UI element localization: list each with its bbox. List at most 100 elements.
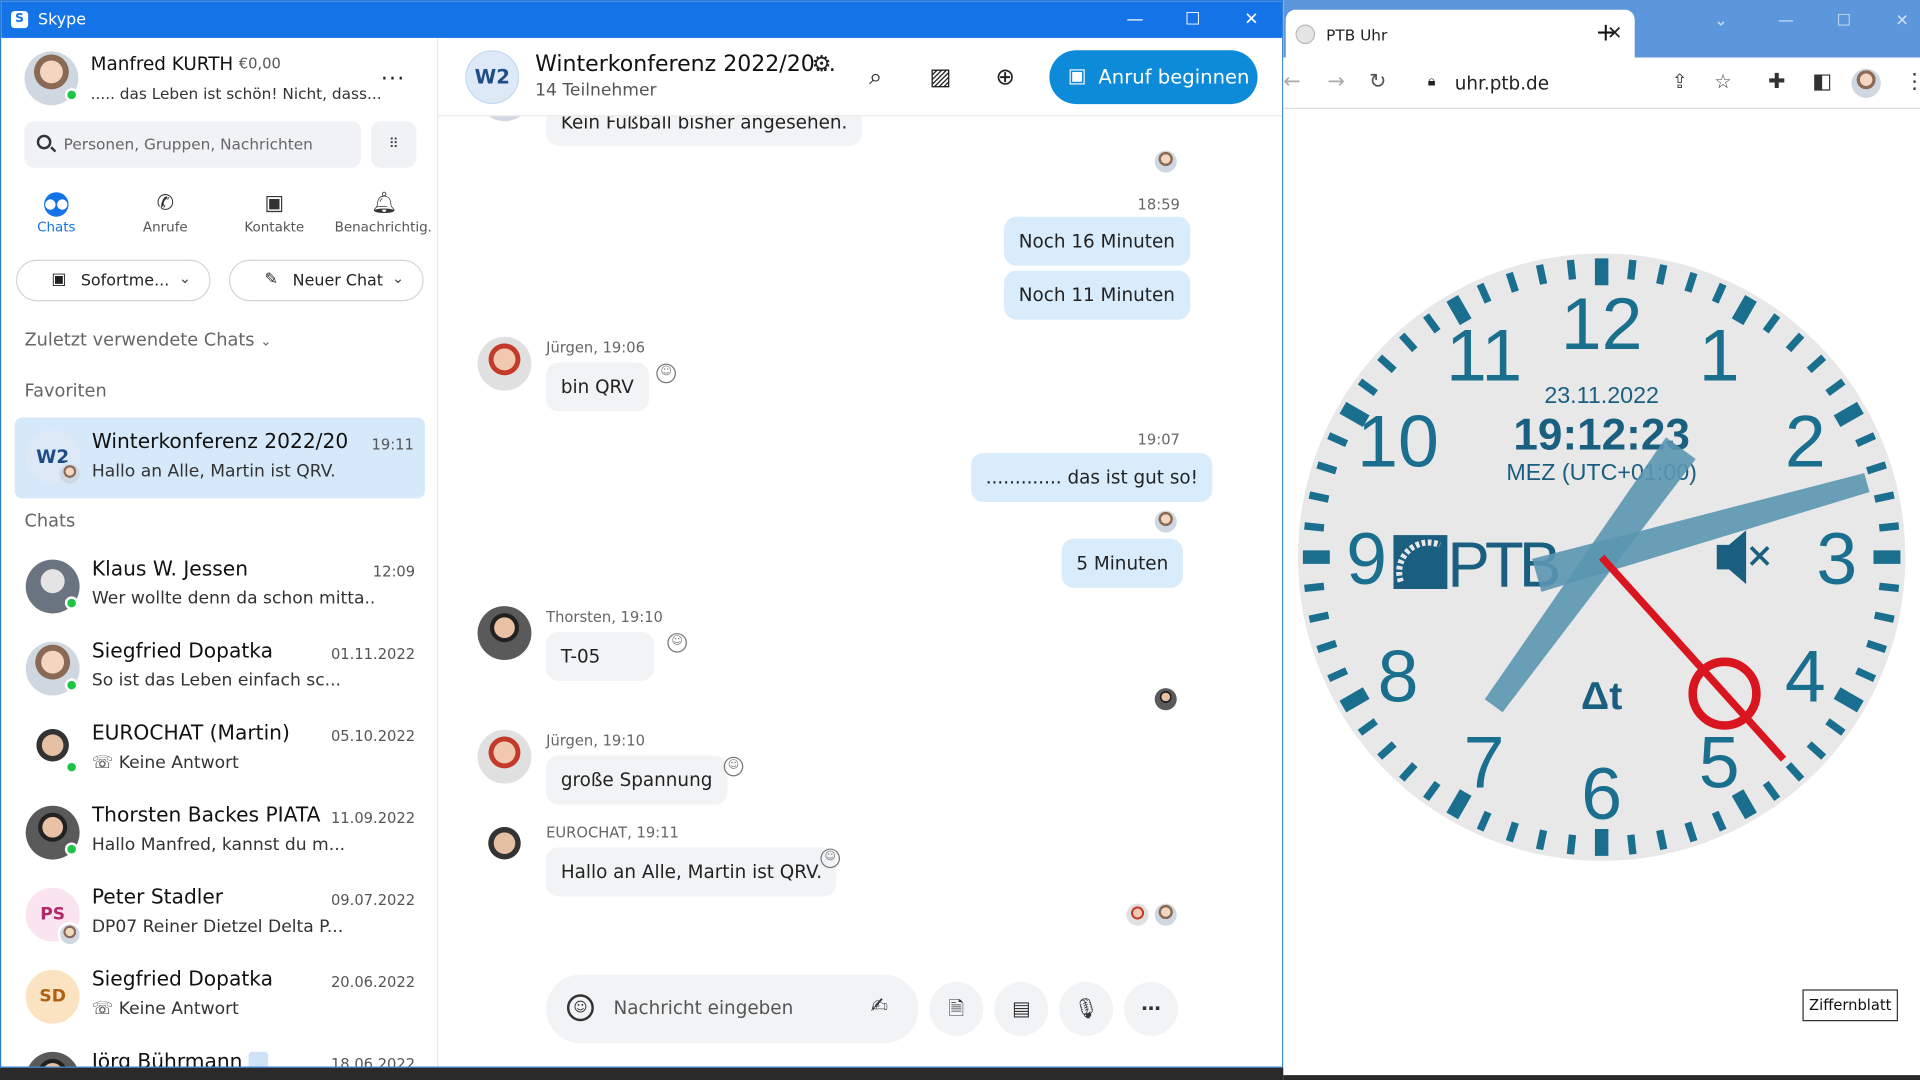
start-call-button[interactable]: ▣ Anruf beginnen bbox=[1049, 50, 1258, 105]
clock-numeral: 1 bbox=[1699, 313, 1740, 396]
chat-item[interactable]: Siegfried Dopatka 01.11.2022 So ist das … bbox=[1, 627, 438, 708]
clock-numeral: 2 bbox=[1785, 400, 1826, 483]
tab-contacts[interactable]: ▣ Kontakte bbox=[219, 190, 329, 245]
send-file-icon[interactable]: 🗎 bbox=[929, 982, 984, 1036]
gear-icon[interactable]: ⚙ bbox=[804, 48, 838, 82]
close-button[interactable]: ✕ bbox=[1227, 6, 1276, 33]
minute-tick bbox=[1566, 834, 1577, 855]
chat-item[interactable]: EUROCHAT (Martin) 05.10.2022 ☏ Keine Ant… bbox=[1, 709, 438, 790]
message-bubble[interactable]: ............. das ist gut so! bbox=[971, 453, 1213, 503]
sender-avatar bbox=[477, 606, 532, 661]
button-label: Sofortme... bbox=[80, 271, 170, 291]
skype-window: S Skype — ☐ ✕ Manfred KURTH €0,00 ..... … bbox=[0, 0, 1284, 1068]
chat-item[interactable]: Thorsten Backes PIATA 11.09.2022 Hallo M… bbox=[1, 791, 438, 872]
share-icon[interactable]: ⇪ bbox=[1671, 70, 1687, 93]
minute-tick bbox=[1304, 522, 1325, 532]
add-reaction-icon[interactable]: ☺ bbox=[667, 633, 687, 653]
tab-chats[interactable]: ●● Chats bbox=[1, 190, 111, 245]
minimize-button[interactable]: — bbox=[1778, 12, 1794, 30]
close-button[interactable]: ✕ bbox=[1896, 12, 1909, 30]
sender-avatar bbox=[477, 729, 532, 784]
tab-label: Benachrichtig. bbox=[334, 219, 432, 236]
search-icon[interactable]: ⌕ bbox=[858, 60, 892, 94]
bot-badge bbox=[248, 1051, 269, 1067]
gallery-icon[interactable]: ▨ bbox=[923, 60, 957, 94]
tab-search-icon[interactable]: ⌄ bbox=[1714, 12, 1727, 30]
message-placeholder: Nachricht eingeben bbox=[613, 996, 794, 1019]
minute-tick bbox=[1304, 582, 1325, 593]
add-reaction-icon[interactable]: ☺ bbox=[820, 848, 841, 869]
maximize-button[interactable]: ☐ bbox=[1837, 12, 1851, 30]
minute-tick bbox=[1873, 611, 1895, 623]
chat-item[interactable]: Jörg Bührmann 18.06.2022 bbox=[1, 1037, 438, 1068]
message-bubble[interactable]: T-05 bbox=[546, 631, 654, 681]
group-avatar[interactable]: W2 bbox=[465, 50, 520, 105]
profile-avatar[interactable] bbox=[1851, 68, 1881, 98]
message-input[interactable]: ☺ Nachricht eingeben ✍ bbox=[546, 974, 919, 1044]
member-avatar bbox=[57, 922, 83, 947]
conversation-title[interactable]: Winterkonferenz 2022/20... bbox=[535, 51, 836, 77]
microphone-icon[interactable]: 🎙︎ bbox=[1059, 982, 1114, 1036]
format-text-icon[interactable]: ✍ bbox=[871, 994, 888, 1018]
minute-tick bbox=[1308, 491, 1330, 503]
chat-item[interactable]: SD Siegfried Dopatka 20.06.2022 ☏ Keine … bbox=[1, 955, 438, 1036]
address-bar[interactable]: 🔒︎ uhr.ptb.de ⇪ ☆ bbox=[1417, 62, 1743, 105]
new-chat-button[interactable]: ✎ Neuer Chat ⌄ bbox=[228, 259, 424, 302]
instant-meeting-button[interactable]: ▣ Sofortme... ⌄ bbox=[15, 259, 211, 302]
more-options-button[interactable]: ... bbox=[381, 60, 406, 86]
minimize-button[interactable]: — bbox=[1111, 6, 1160, 33]
browser-tab[interactable]: PTB Uhr ✕ bbox=[1285, 9, 1635, 58]
contact-card-icon[interactable]: ▤ bbox=[994, 982, 1049, 1036]
recent-chats-header[interactable]: Zuletzt verwendete Chats ⌄ bbox=[24, 331, 271, 351]
chat-item[interactable]: Klaus W. Jessen 12:09 Wer wollte denn da… bbox=[1, 545, 438, 626]
menu-icon[interactable]: ⋮ bbox=[1904, 70, 1920, 94]
message-bubble[interactable]: große Spannung bbox=[546, 755, 728, 805]
reload-icon[interactable]: ↻ bbox=[1369, 70, 1386, 94]
search-input[interactable]: Personen, Gruppen, Nachrichten bbox=[24, 121, 362, 168]
clock-numeral: 3 bbox=[1816, 517, 1857, 600]
message-sender: Thorsten, 19:10 bbox=[546, 608, 663, 626]
forward-icon[interactable]: → bbox=[1327, 70, 1344, 94]
add-reaction-icon[interactable]: ☺ bbox=[656, 363, 676, 384]
message-bubble[interactable]: Noch 11 Minuten bbox=[1004, 270, 1190, 320]
message-bubble[interactable]: 5 Minuten bbox=[1061, 538, 1183, 588]
more-icon[interactable]: ⋯ bbox=[1124, 982, 1178, 1036]
chat-preview: So ist das Leben einfach sc... bbox=[91, 671, 342, 691]
chat-preview-text: Keine Antwort bbox=[118, 753, 239, 773]
message-bubble[interactable]: bin QRV bbox=[546, 362, 649, 412]
online-status-icon bbox=[64, 88, 79, 102]
window-title: Skype bbox=[37, 11, 87, 30]
emoji-icon[interactable]: ☺ bbox=[566, 994, 594, 1022]
read-receipt-avatar bbox=[1154, 903, 1177, 926]
dial-toggle-button[interactable]: Ziffernblatt bbox=[1802, 989, 1898, 1022]
maximize-button[interactable]: ☐ bbox=[1168, 6, 1217, 33]
add-participant-icon[interactable]: ⊕ bbox=[988, 60, 1022, 94]
tab-notifications[interactable]: 🔔︎ Benachrichtig. bbox=[328, 190, 438, 245]
chat-preview-text: Keine Antwort bbox=[118, 999, 239, 1019]
chat-item[interactable]: PS Peter Stadler 09.07.2022 DP07 Reiner … bbox=[1, 873, 438, 954]
message-bubble[interactable]: Noch 16 Minuten bbox=[1004, 216, 1190, 266]
clock-numeral: 6 bbox=[1581, 752, 1622, 835]
profile-name[interactable]: Manfred KURTH bbox=[91, 53, 234, 75]
sidebar: Manfred KURTH €0,00 ..... das Leben ist … bbox=[1, 37, 439, 1068]
read-receipt-avatar bbox=[1126, 903, 1149, 926]
dialpad-button[interactable]: ⠿ bbox=[371, 121, 417, 168]
read-receipt-avatar bbox=[1154, 510, 1177, 533]
profile-credit[interactable]: €0,00 bbox=[239, 55, 281, 72]
read-receipt-avatar bbox=[1154, 688, 1177, 711]
compose-icon: ✎ bbox=[264, 270, 278, 289]
extensions-icon[interactable]: ✚ bbox=[1768, 70, 1785, 94]
bookmark-star-icon[interactable]: ☆ bbox=[1714, 70, 1732, 93]
back-icon[interactable]: ← bbox=[1283, 70, 1300, 94]
chat-date: 18.06.2022 bbox=[330, 1055, 416, 1068]
side-panel-icon[interactable]: ◧ bbox=[1812, 70, 1832, 94]
participant-count[interactable]: 14 Teilnehmer bbox=[535, 81, 656, 101]
chat-name: Peter Stadler bbox=[91, 885, 224, 909]
new-tab-button[interactable]: + bbox=[1596, 17, 1617, 46]
contacts-icon: ▣ bbox=[264, 191, 285, 216]
tab-calls[interactable]: ✆ Anrufe bbox=[110, 190, 220, 245]
add-reaction-icon[interactable]: ☺ bbox=[723, 756, 744, 777]
message-bubble[interactable]: Hallo an Alle, Martin ist QRV. bbox=[546, 847, 837, 897]
chevron-down-icon: ⌄ bbox=[178, 269, 192, 287]
favorite-chat-item[interactable]: W2 Winterkonferenz 2022/20... 19:11 Hall… bbox=[14, 417, 425, 499]
